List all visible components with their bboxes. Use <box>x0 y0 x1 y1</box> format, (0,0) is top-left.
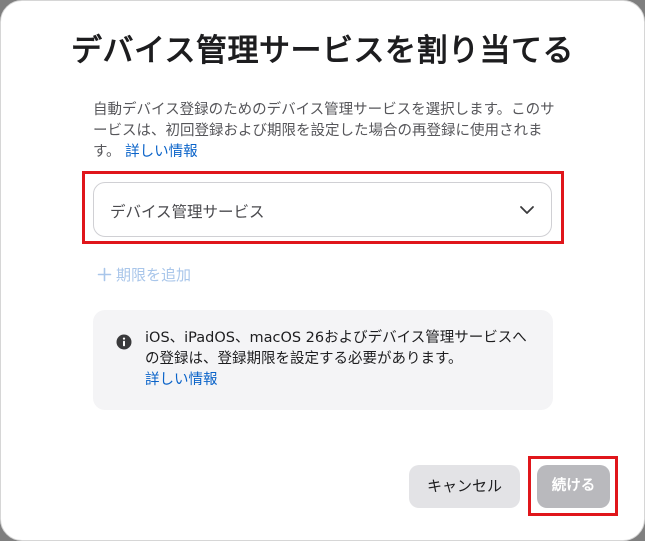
add-period-button[interactable]: 期限を追加 <box>97 264 191 285</box>
dialog-description: 自動デバイス登録のためのデバイス管理サービスを選択します。このサービスは、初回登… <box>93 100 563 163</box>
info-message: iOS、iPadOS、macOS 26およびデバイス管理サービスへの登録は、登録… <box>145 330 527 367</box>
assign-mdm-dialog: デバイス管理サービスを割り当てる 自動デバイス登録のためのデバイス管理サービスを… <box>0 0 645 541</box>
chevron-down-icon <box>520 206 534 214</box>
info-text-block: iOS、iPadOS、macOS 26およびデバイス管理サービスへの登録は、登録… <box>145 328 540 391</box>
continue-button[interactable]: 続ける <box>537 465 610 508</box>
info-icon <box>116 334 132 350</box>
plus-icon <box>97 267 112 282</box>
info-learn-more-link[interactable]: 詳しい情報 <box>145 372 218 388</box>
select-value: デバイス管理サービス <box>110 203 265 221</box>
info-notice: iOS、iPadOS、macOS 26およびデバイス管理サービスへの登録は、登録… <box>93 310 553 410</box>
dialog-title: デバイス管理サービスを割り当てる <box>70 33 575 69</box>
mdm-service-select[interactable]: デバイス管理サービス <box>93 182 552 237</box>
add-period-label: 期限を追加 <box>116 266 192 284</box>
learn-more-link[interactable]: 詳しい情報 <box>125 144 198 160</box>
cancel-button[interactable]: キャンセル <box>409 465 520 508</box>
